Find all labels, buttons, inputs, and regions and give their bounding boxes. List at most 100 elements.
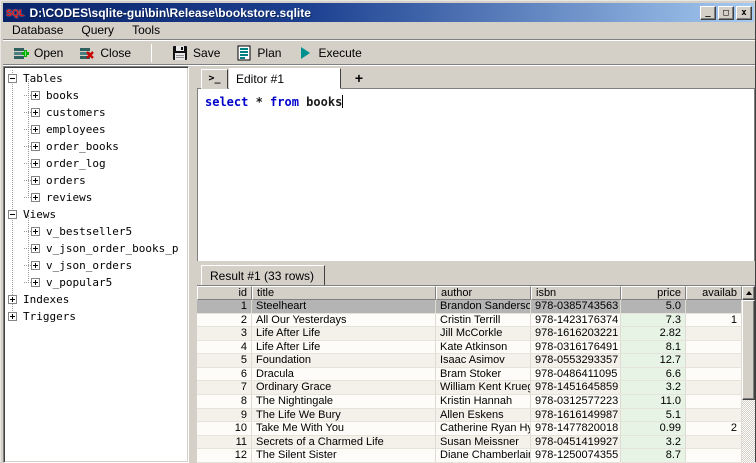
expand-icon[interactable] xyxy=(31,278,40,287)
tree-node-employees[interactable]: employees xyxy=(4,121,188,138)
table-row[interactable]: 1 Steelheart Brandon Sanderson 978-03857435… xyxy=(197,300,755,314)
expand-icon[interactable] xyxy=(8,295,17,304)
column-header-availab[interactable]: availab xyxy=(686,286,742,300)
tree-node-reviews[interactable]: reviews xyxy=(4,189,188,206)
cell-availab xyxy=(686,340,742,354)
table-row[interactable]: 2 All Our Yesterdays Cristin Terrill 978-14… xyxy=(197,313,755,328)
expand-icon[interactable] xyxy=(31,108,40,117)
save-button-label: Save xyxy=(193,45,221,60)
cell-title: The Silent Sister xyxy=(252,449,436,462)
cell-price: 5.1 xyxy=(621,408,686,422)
table-row[interactable]: 7Ordinary GraceWilliam Kent Krueger978-1… xyxy=(197,381,755,396)
cell-title: Steelheart xyxy=(252,300,436,313)
table-row[interactable]: 4 Life After Life Kate Atkinson 978-0316176… xyxy=(197,340,755,355)
cell-title: The Nightingale xyxy=(252,395,436,408)
tree-node-orders[interactable]: orders xyxy=(4,172,188,189)
cell-author: Brandon Sanderson xyxy=(436,300,531,313)
maximize-button[interactable]: □ xyxy=(718,5,734,20)
cell-author: Catherine Ryan Hyde xyxy=(436,422,531,435)
menu-item-query[interactable]: Query xyxy=(72,21,123,40)
tab-editor-1[interactable]: Editor #1 xyxy=(229,68,341,89)
expand-icon[interactable] xyxy=(31,244,40,253)
expand-icon[interactable] xyxy=(8,312,17,321)
cell-author: Cristin Terrill xyxy=(436,313,531,327)
cell-author: Susan Meissner xyxy=(436,435,531,449)
window-title: D:\CODES\sqlite-gui\bin\Release\bookstor… xyxy=(29,5,311,20)
tree-node-triggers[interactable]: Triggers xyxy=(4,308,188,325)
column-header-author[interactable]: author xyxy=(436,286,531,300)
column-header-price[interactable]: price xyxy=(621,286,686,300)
expand-icon[interactable] xyxy=(31,91,40,100)
menu-item-tools[interactable]: Tools xyxy=(123,21,169,40)
expand-icon[interactable] xyxy=(31,261,40,270)
cell-title: Secrets of a Charmed Life xyxy=(252,435,436,449)
tree-node-books[interactable]: books xyxy=(4,87,188,104)
cell-price: 3.2 xyxy=(621,381,686,395)
grid-vertical-scrollbar[interactable] xyxy=(742,286,755,463)
cell-isbn: 978-1423176374 xyxy=(531,313,621,327)
expand-icon[interactable] xyxy=(31,176,40,185)
collapse-icon[interactable] xyxy=(8,210,17,219)
save-icon xyxy=(172,45,188,61)
sql-editor[interactable]: select * from books xyxy=(197,89,755,261)
close-button[interactable]: x xyxy=(736,5,752,20)
cell-id: 5 xyxy=(197,354,252,367)
table-row[interactable]: 3 Life After Life Jill McCorkle 978-1616203… xyxy=(197,327,755,341)
cell-price: 6.6 xyxy=(621,367,686,381)
tree-node-order_log[interactable]: order_log xyxy=(4,155,188,172)
expand-icon[interactable] xyxy=(31,142,40,151)
scrollbar-thumb[interactable] xyxy=(742,300,755,400)
table-row[interactable]: 10Take Me With YouCatherine Ryan Hyde978… xyxy=(197,422,755,436)
expand-icon[interactable] xyxy=(31,193,40,202)
tree-guide-line xyxy=(28,79,29,198)
tree-node-label: v_bestseller5 xyxy=(46,225,133,238)
expand-icon[interactable] xyxy=(31,227,40,236)
cell-availab xyxy=(686,408,742,422)
tree-node-customers[interactable]: customers xyxy=(4,104,188,121)
plan-button[interactable]: Plan xyxy=(230,42,287,64)
tree-node-v_json_orders[interactable]: v_json_orders xyxy=(4,257,188,274)
minimize-button[interactable]: _ xyxy=(700,5,716,20)
result-grid: id title author isbn price availab 1 Steelheart… xyxy=(197,286,755,463)
column-header-title[interactable]: title xyxy=(252,286,436,300)
table-row[interactable]: 8 The Nightingale Kristin Hannah 978-031257… xyxy=(197,395,755,409)
table-row[interactable]: 9 The Life We Bury Allen Eskens 978-1616149… xyxy=(197,408,755,423)
expand-icon[interactable] xyxy=(31,159,40,168)
cell-price: 0.99 xyxy=(621,422,686,435)
collapse-icon[interactable] xyxy=(8,74,17,83)
menu-item-database[interactable]: Database xyxy=(3,21,72,40)
tree-node-v_popular5[interactable]: v_popular5 xyxy=(4,274,188,291)
table-row[interactable]: 11 Secrets of a Charmed Life Susan Meissne… xyxy=(197,435,755,450)
tree-node-v_bestseller5[interactable]: v_bestseller5 xyxy=(4,223,188,240)
column-header-id[interactable]: id xyxy=(197,286,252,300)
tree-node-label: v_json_orders xyxy=(46,259,133,272)
table-row[interactable]: 5 Foundation Isaac Asimov 978-0553293357 12.… xyxy=(197,354,755,368)
cell-price: 12.7 xyxy=(621,354,686,367)
tree-node-indexes[interactable]: Indexes xyxy=(4,291,188,308)
scrollbar-up-button[interactable] xyxy=(742,286,755,300)
open-button[interactable]: Open xyxy=(7,42,69,64)
cell-isbn: 978-0385743563 xyxy=(531,300,621,313)
tab-result-1[interactable]: Result #1 (33 rows) xyxy=(201,265,326,286)
table-row[interactable]: 12 The Silent Sister Diane Chamberlain 978-… xyxy=(197,449,755,463)
tree-node-order_books[interactable]: order_books xyxy=(4,138,188,155)
tree-node-views[interactable]: Views xyxy=(4,206,188,223)
result-tab-bar: Result #1 (33 rows) xyxy=(197,261,755,286)
execute-button[interactable]: Execute xyxy=(291,42,367,64)
tree-node-tables[interactable]: Tables xyxy=(4,70,188,87)
save-button[interactable]: Save xyxy=(166,42,226,64)
tree-node-v_json_order_books_p[interactable]: v_json_order_books_p xyxy=(4,240,188,257)
add-tab-button[interactable]: + xyxy=(347,69,371,89)
table-row[interactable]: 6 Dracula Bram Stoker 978-0486411095 6.6 xyxy=(197,367,755,382)
console-tab[interactable]: >_ xyxy=(201,69,228,89)
expand-icon[interactable] xyxy=(31,125,40,134)
app-window: SQL D:\CODES\sqlite-gui\bin\Release\book… xyxy=(0,0,756,463)
open-button-label: Open xyxy=(34,45,64,60)
title-bar[interactable]: SQL D:\CODES\sqlite-gui\bin\Release\book… xyxy=(3,3,754,22)
column-header-isbn[interactable]: isbn xyxy=(531,286,621,300)
toolbar: Open Close Save Plan Execute xyxy=(3,41,755,65)
cell-author: Kristin Hannah xyxy=(436,395,531,408)
cell-availab xyxy=(686,354,742,367)
close-button[interactable]: Close xyxy=(73,42,137,64)
plan-button-label: Plan xyxy=(257,45,282,60)
